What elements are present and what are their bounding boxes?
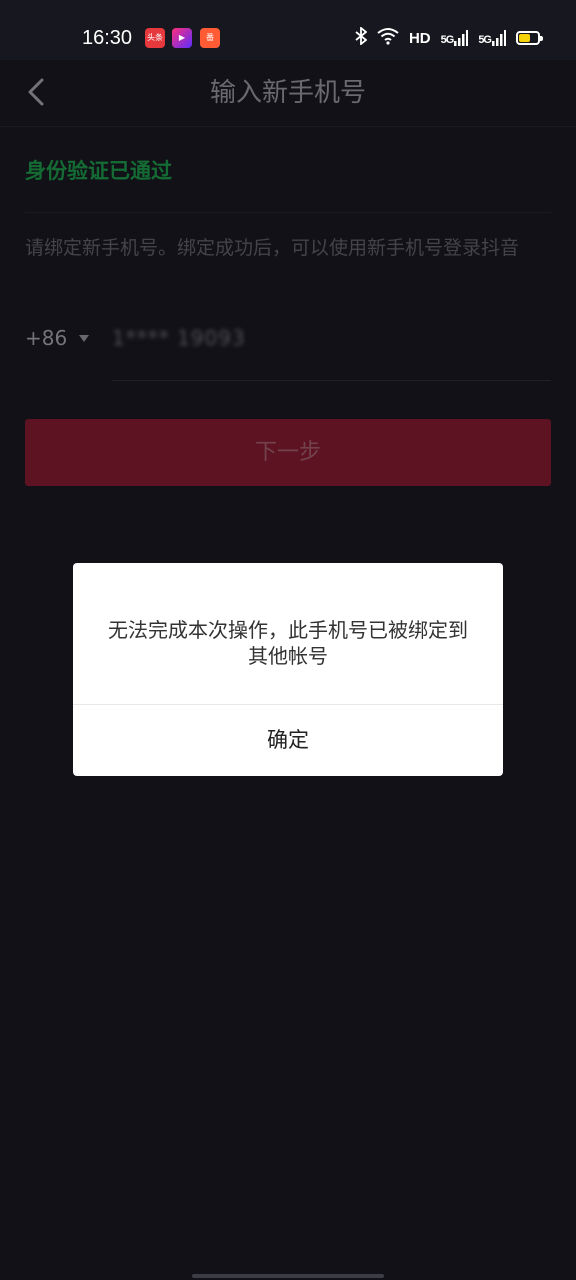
fan-app-icon: 番	[200, 28, 220, 48]
signal-icon-1: 5G	[441, 30, 469, 46]
home-indicator[interactable]	[192, 1274, 384, 1278]
signal-icon-2: 5G	[478, 30, 506, 46]
network-type-2: 5G	[478, 34, 492, 46]
screen: 16:30 头条 ▶ 番 HD 5G 5G 输入新手机号 身份验证已通过 请绑定…	[0, 0, 576, 1280]
bluetooth-icon	[355, 26, 368, 49]
hd-indicator: HD	[408, 29, 431, 47]
battery-icon	[516, 31, 543, 45]
status-bar: 16:30 头条 ▶ 番 HD 5G 5G	[0, 0, 576, 60]
wifi-icon	[377, 27, 399, 49]
video-app-icon: ▶	[172, 28, 192, 48]
dialog-message: 无法完成本次操作，此手机号已被绑定到其他帐号	[108, 618, 468, 668]
network-type-1: 5G	[440, 34, 455, 46]
confirm-button[interactable]: 确定	[73, 705, 503, 776]
toutiao-app-icon: 头条	[145, 28, 165, 48]
status-time: 16:30	[82, 27, 133, 49]
alert-dialog: 无法完成本次操作，此手机号已被绑定到其他帐号 确定	[73, 563, 503, 776]
battery-level	[519, 34, 530, 42]
status-icons: HD 5G 5G	[355, 26, 543, 50]
